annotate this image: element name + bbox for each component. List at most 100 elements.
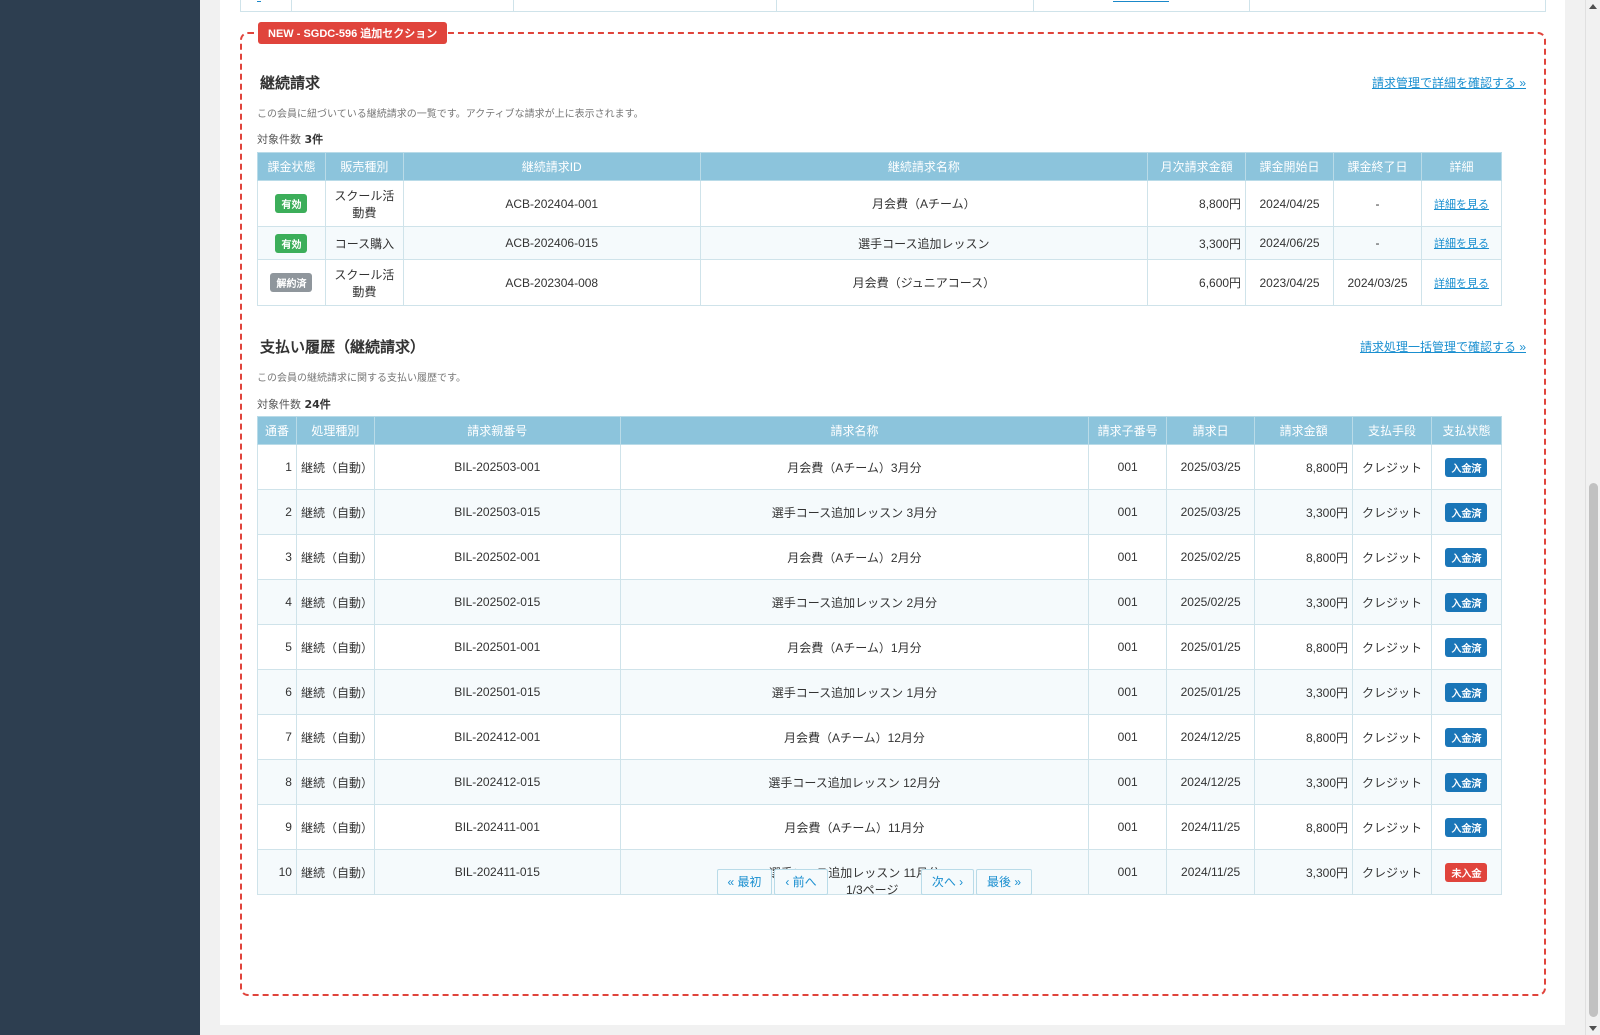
continuous-billing-description: この会員に紐づいている継続請求の一覧です。アクティブな請求が上に表示されます。	[257, 109, 644, 120]
payment-history-count: 対象件数 24件	[257, 396, 331, 412]
billing-name-cell: 月会費（ジュニアコース）	[699, 259, 1149, 306]
payment-state-cell: 入金済	[1430, 624, 1503, 670]
column-header: 通番	[257, 416, 297, 445]
column-header: 課金開始日	[1245, 152, 1335, 181]
child-billing-no-cell: 001	[1088, 534, 1168, 580]
column-header: 課金終了日	[1333, 152, 1422, 181]
payment-method-cell: クレジット	[1352, 444, 1432, 490]
count-value: 3件	[304, 133, 324, 146]
first-page-button[interactable]: « 最初	[717, 869, 772, 895]
payment-history-title: 支払い履歴（継続請求）	[260, 339, 426, 356]
status-badge: 解約済	[270, 273, 313, 292]
payment-state-badge: 入金済	[1445, 682, 1488, 702]
payment-state-cell: 入金済	[1430, 759, 1503, 805]
detail-link[interactable]: 詳細を見る	[1434, 238, 1489, 250]
sales-type-cell: スクール活動費	[324, 180, 404, 227]
scroll-thumb[interactable]	[1589, 483, 1598, 1017]
scroll-up-icon[interactable]	[1589, 4, 1597, 9]
column-header: 詳細	[1420, 152, 1503, 181]
payment-state-badge: 入金済	[1445, 637, 1488, 657]
process-type-cell: 継続（自動）	[295, 624, 375, 670]
continuous-billing-title: 継続請求	[260, 75, 321, 92]
billing-date-cell: 2025/02/25	[1166, 579, 1256, 625]
batch-billing-link[interactable]: 請求処理一括管理で確認する »	[1360, 338, 1526, 355]
billing-date-cell: 2024/12/25	[1166, 714, 1256, 760]
child-billing-no-cell: 001	[1088, 444, 1168, 490]
detail-link[interactable]: 詳細を見る	[1434, 278, 1489, 290]
table-row: 有効 スクール活動費 ACB-202404-001 月会費（Aチーム） 8,800円 20…	[257, 180, 1503, 227]
payment-method-cell: クレジット	[1352, 579, 1432, 625]
table-row: 4 継続（自動） BIL-202502-015 選手コース追加レッスン 2月分 001 2…	[257, 579, 1503, 625]
table-row: 3 継続（自動） BIL-202502-001 月会費（Aチーム）2月分 001 2025…	[257, 534, 1503, 580]
process-type-cell: 継続（自動）	[295, 759, 375, 805]
next-page-button[interactable]: 次へ ›	[921, 869, 974, 895]
row-number-cell: 6	[257, 669, 297, 715]
detail-cell: 詳細を見る	[1420, 259, 1503, 306]
amount-cell: 3,300円	[1254, 579, 1354, 625]
row-number-cell: 3	[257, 534, 297, 580]
start-date-cell: 2024/06/25	[1245, 226, 1335, 260]
payment-state-badge: 入金済	[1445, 502, 1488, 522]
amount-cell: 8,800円	[1254, 534, 1354, 580]
column-header: 請求子番号	[1088, 416, 1168, 445]
column-header: 支払状態	[1430, 416, 1503, 445]
billing-name-cell: 月会費（Aチーム）12月分	[619, 714, 1090, 760]
amount-cell: 8,800円	[1254, 624, 1354, 670]
column-header: 請求金額	[1254, 416, 1354, 445]
table-row: 1 継続（自動） BIL-202503-001 月会費（Aチーム）3月分 001 2025…	[257, 444, 1503, 490]
parent-billing-no-cell: BIL-202412-015	[373, 759, 621, 805]
new-section: NEW - SGDC-596 追加セクション 継続請求 請求管理で詳細を確認する…	[240, 22, 1546, 996]
sales-type-cell: スクール活動費	[324, 259, 404, 306]
prev-page-button[interactable]: ‹ 前へ	[774, 869, 828, 895]
amount-cell: 3,300円	[1254, 489, 1354, 535]
column-header: 課金状態	[257, 152, 326, 181]
parent-billing-no-cell: BIL-202501-015	[373, 669, 621, 715]
count-label: 対象件数	[257, 398, 301, 411]
previous-table-bottom	[240, 0, 1546, 12]
payment-method-cell: クレジット	[1352, 534, 1432, 580]
child-billing-no-cell: 001	[1088, 624, 1168, 670]
continuous-billing-count: 対象件数 3件	[257, 131, 323, 147]
column-header: 継続請求名称	[699, 152, 1149, 181]
column-header: 請求日	[1166, 416, 1256, 445]
sales-type-cell: コース購入	[324, 226, 404, 260]
billing-name-cell: 月会費（Aチーム）1月分	[619, 624, 1090, 670]
page-info: 1/3ページ	[846, 883, 899, 897]
row-number-cell: 4	[257, 579, 297, 625]
process-type-cell: 継続（自動）	[295, 534, 375, 580]
parent-billing-no-cell: BIL-202501-001	[373, 624, 621, 670]
previous-table-link[interactable]	[1113, 0, 1169, 2]
payment-method-cell: クレジット	[1352, 804, 1432, 850]
status-cell: 有効	[257, 180, 326, 227]
previous-table-link-2[interactable]	[257, 0, 261, 2]
scroll-down-icon[interactable]	[1589, 1026, 1597, 1031]
amount-cell: 8,800円	[1254, 714, 1354, 760]
content-card: NEW - SGDC-596 追加セクション 継続請求 請求管理で詳細を確認する…	[220, 0, 1565, 1025]
billing-date-cell: 2025/01/25	[1166, 624, 1256, 670]
billing-management-link[interactable]: 請求管理で詳細を確認する »	[1372, 74, 1526, 91]
payment-history-header: 支払い履歴（継続請求） 請求処理一括管理で確認する »	[260, 336, 1526, 358]
billing-date-cell: 2025/03/25	[1166, 489, 1256, 535]
last-page-button[interactable]: 最後 »	[976, 869, 1032, 895]
billing-id-cell: ACB-202304-008	[402, 259, 701, 306]
status-cell: 解約済	[257, 259, 326, 306]
continuous-billing-table: 課金状態 販売種別 継続請求ID 継続請求名称 月次請求金額 課金開始日 課金終了日 詳細 有…	[257, 152, 1503, 306]
start-date-cell: 2024/04/25	[1245, 180, 1335, 227]
billing-name-cell: 選手コース追加レッスン	[699, 226, 1149, 260]
billing-date-cell: 2024/12/25	[1166, 759, 1256, 805]
end-date-cell: -	[1333, 180, 1422, 227]
table-row: 9 継続（自動） BIL-202411-001 月会費（Aチーム）11月分 001 202…	[257, 804, 1503, 850]
payment-state-badge: 入金済	[1445, 772, 1488, 792]
payment-history-description: この会員の継続請求に関する支払い履歴です。	[257, 373, 466, 384]
detail-link[interactable]: 詳細を見る	[1434, 199, 1489, 211]
payment-state-badge: 入金済	[1445, 457, 1488, 477]
parent-billing-no-cell: BIL-202503-015	[373, 489, 621, 535]
billing-name-cell: 月会費（Aチーム）11月分	[619, 804, 1090, 850]
billing-date-cell: 2025/03/25	[1166, 444, 1256, 490]
child-billing-no-cell: 001	[1088, 669, 1168, 715]
payment-history-table: 通番 処理種別 請求親番号 請求名称 請求子番号 請求日 請求金額 支払手段 支払状態 1 継続（…	[257, 416, 1503, 895]
row-number-cell: 1	[257, 444, 297, 490]
billing-date-cell: 2025/01/25	[1166, 669, 1256, 715]
scrollbar[interactable]	[1585, 0, 1600, 1035]
table-row: 有効 コース購入 ACB-202406-015 選手コース追加レッスン 3,300円 20…	[257, 226, 1503, 260]
